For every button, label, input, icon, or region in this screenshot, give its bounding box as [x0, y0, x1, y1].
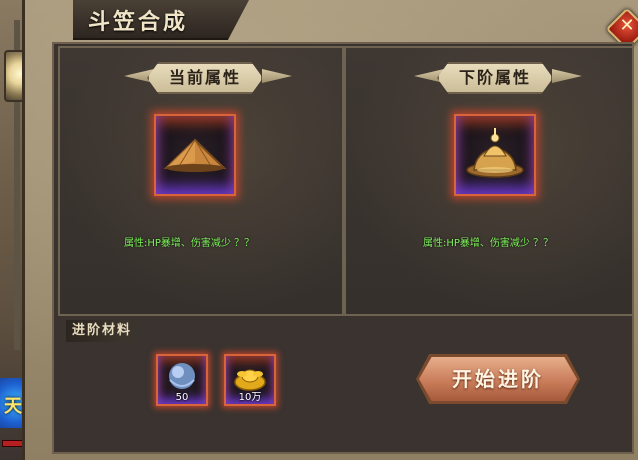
ornate-hat-icon: [466, 128, 524, 178]
window-title: 斗笠合成: [88, 9, 189, 35]
material-count: 10万: [238, 392, 262, 403]
current-attributes-header: 当前属性: [147, 62, 263, 94]
next-hat-slot[interactable]: [454, 114, 536, 196]
conical-hat-icon: [163, 138, 227, 172]
material-slot-1[interactable]: 50: [156, 354, 208, 406]
material-count: 50: [175, 392, 189, 403]
current-attributes-text: 属性:HP暴增、伤害减少 ？？: [124, 238, 255, 249]
start-advance-button[interactable]: 开始进阶: [419, 357, 577, 401]
close-icon: ✕: [619, 14, 635, 36]
materials-label: 进阶材料: [66, 320, 148, 342]
next-attributes-header: 下阶属性: [437, 62, 553, 94]
current-hat-slot[interactable]: [154, 114, 236, 196]
next-attributes-text: 属性:HP暴增、伤害减少 ？？: [423, 238, 554, 249]
material-slot-2[interactable]: 10万: [224, 354, 276, 406]
